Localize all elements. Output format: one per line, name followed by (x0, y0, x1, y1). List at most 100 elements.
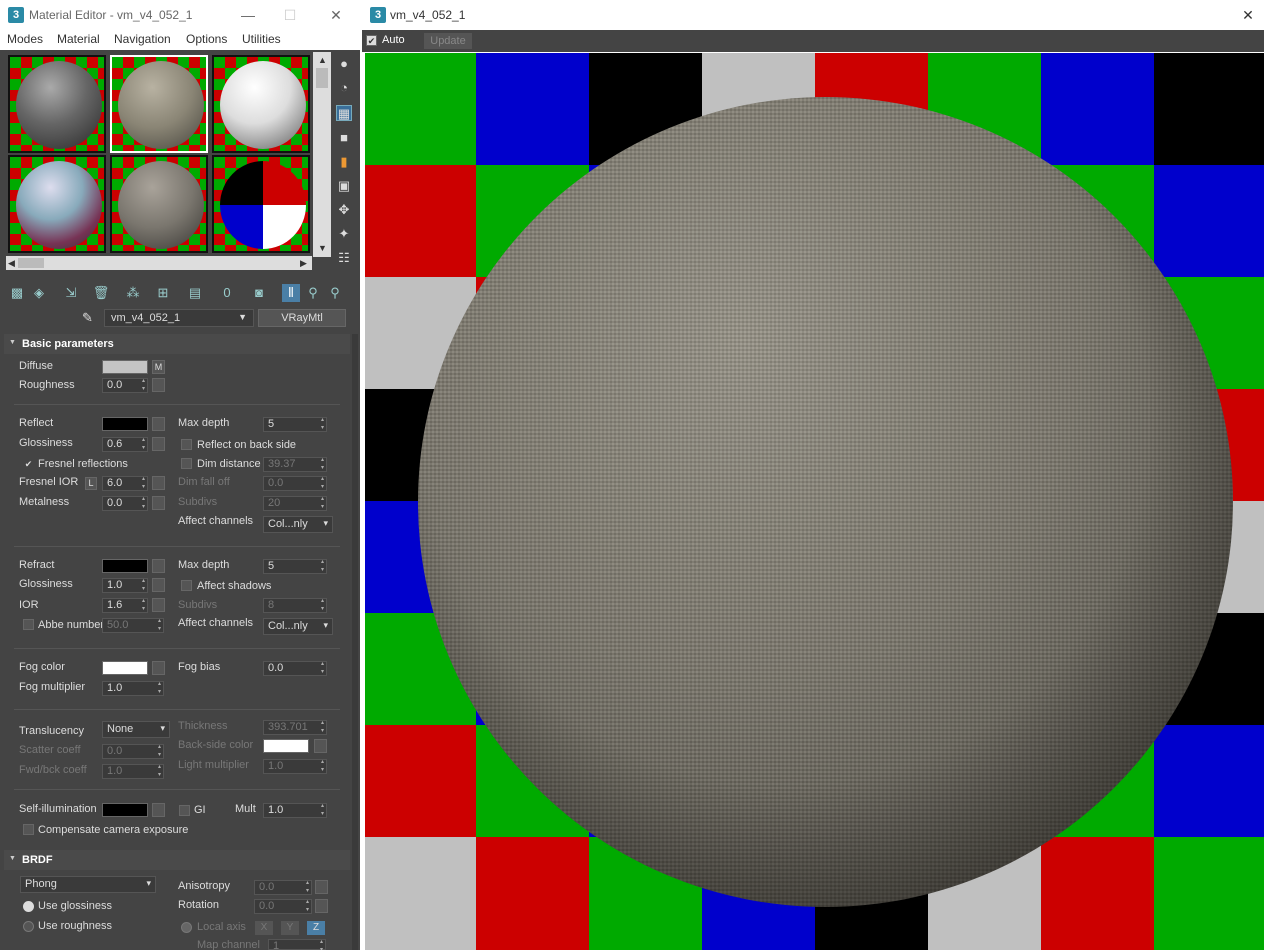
self-illumination-color-swatch[interactable] (102, 803, 148, 817)
maximize-button[interactable]: ☐ (280, 5, 300, 25)
sample-slot-2[interactable] (110, 55, 208, 153)
menu-options[interactable]: Options (186, 32, 227, 46)
uv-tiling-icon[interactable]: ■ (336, 130, 352, 146)
background-icon[interactable]: ▦ (336, 105, 352, 121)
abbe-spinner[interactable]: 50.0 (102, 617, 164, 633)
metalness-map-button[interactable] (152, 496, 165, 510)
refract-color-swatch[interactable] (102, 559, 148, 573)
back-side-color-swatch[interactable] (263, 739, 309, 753)
go-to-parent-icon[interactable]: ⚲ (304, 284, 322, 302)
auto-checkbox[interactable]: ✔ (366, 35, 377, 46)
reflect-affect-channels-dropdown[interactable]: Col...nly (263, 516, 333, 533)
backlight-icon[interactable]: ◔ (336, 80, 352, 96)
minimize-button[interactable]: — (238, 5, 258, 25)
fog-bias-spinner[interactable]: 0.0 (263, 660, 327, 676)
fog-color-swatch[interactable] (102, 661, 148, 675)
reflect-subdivs-spinner[interactable]: 20 (263, 495, 327, 511)
fog-multiplier-spinner[interactable]: 1.0 (102, 680, 164, 696)
light-multiplier-spinner[interactable]: 1.0 (263, 758, 327, 774)
reflect-max-depth-spinner[interactable]: 5 (263, 416, 327, 432)
axis-z-button[interactable]: Z (307, 921, 325, 935)
axis-y-button[interactable]: Y (281, 921, 299, 935)
translucency-dropdown[interactable]: None (102, 721, 170, 738)
sample-type-icon[interactable]: ● (336, 56, 352, 72)
reflect-back-side-checkbox[interactable] (181, 439, 192, 450)
show-in-viewport-icon[interactable]: ◙ (250, 284, 268, 302)
refract-glossiness-map-button[interactable] (152, 578, 165, 592)
reflect-color-swatch[interactable] (102, 417, 148, 431)
eyedropper-icon[interactable]: ✎ (82, 310, 93, 326)
affect-shadows-checkbox[interactable] (181, 580, 192, 591)
self-illumination-map-button[interactable] (152, 803, 165, 817)
close-button[interactable]: ✕ (1238, 5, 1258, 25)
anisotropy-spinner[interactable]: 0.0 (254, 879, 312, 895)
fresnel-ior-spinner[interactable]: 6.0 (102, 475, 148, 491)
assign-to-selection-icon[interactable]: ⇲ (62, 284, 80, 302)
menu-modes[interactable]: Modes (7, 32, 43, 46)
make-unique-icon[interactable]: ⁂ (124, 284, 142, 302)
sample-slot-1[interactable] (8, 55, 106, 153)
reflect-glossiness-spinner[interactable]: 0.6 (102, 436, 148, 452)
scatter-coeff-spinner[interactable]: 0.0 (102, 743, 164, 759)
basic-parameters-header[interactable]: Basic parameters (4, 334, 350, 354)
dim-distance-spinner[interactable]: 39.37 (263, 456, 327, 472)
abbe-checkbox[interactable] (23, 619, 34, 630)
material-navigator-icon[interactable]: ☷ (336, 250, 352, 266)
material-id-channel-icon[interactable]: 0 (218, 284, 236, 302)
back-side-color-map-button[interactable] (314, 739, 327, 753)
scroll-right-icon[interactable]: ▶ (300, 257, 307, 269)
put-to-scene-icon[interactable]: ◈ (30, 284, 48, 302)
menu-navigation[interactable]: Navigation (114, 32, 171, 46)
scroll-up-icon[interactable]: ▲ (318, 54, 327, 66)
ior-spinner[interactable]: 1.6 (102, 597, 148, 613)
delete-icon[interactable]: 🗑 (92, 284, 110, 302)
sample-slot-5[interactable] (110, 155, 208, 253)
brdf-type-dropdown[interactable]: Phong (20, 876, 156, 893)
refract-subdivs-spinner[interactable]: 8 (263, 597, 327, 613)
refract-map-button[interactable] (152, 559, 165, 573)
use-glossiness-radio[interactable] (23, 901, 34, 912)
put-to-library-icon[interactable]: ⊞ (154, 284, 172, 302)
metalness-spinner[interactable]: 0.0 (102, 495, 148, 511)
scroll-down-icon[interactable]: ▼ (318, 242, 327, 254)
brdf-header[interactable]: BRDF (4, 850, 350, 870)
sample-horizontal-scrollbar[interactable]: ◀ ▶ (6, 256, 312, 270)
update-button[interactable]: Update (424, 33, 472, 49)
get-material-icon[interactable]: ▩ (8, 284, 26, 302)
refract-glossiness-spinner[interactable]: 1.0 (102, 577, 148, 593)
refract-affect-channels-dropdown[interactable]: Col...nly (263, 618, 333, 635)
reflect-glossiness-map-button[interactable] (152, 437, 165, 451)
fresnel-ior-map-button[interactable] (152, 476, 165, 490)
refract-max-depth-spinner[interactable]: 5 (263, 558, 327, 574)
sample-slot-6[interactable] (212, 155, 310, 253)
close-button[interactable]: ✕ (326, 5, 346, 25)
thickness-spinner[interactable]: 393.701 (263, 719, 327, 735)
parameters-scrollbar[interactable] (352, 334, 358, 950)
diffuse-map-button[interactable]: M (152, 360, 165, 374)
local-axis-radio[interactable] (181, 922, 192, 933)
fresnel-checkbox[interactable]: ✔ (23, 459, 34, 470)
scroll-thumb[interactable] (316, 68, 328, 88)
material-id-icon[interactable]: ▤ (186, 284, 204, 302)
options-icon[interactable]: ✥ (336, 202, 352, 218)
material-name-dropdown[interactable]: vm_v4_052_1 ▼ (104, 309, 254, 327)
gi-checkbox[interactable] (179, 805, 190, 816)
fog-color-map-button[interactable] (152, 661, 165, 675)
anisotropy-map-button[interactable] (315, 880, 328, 894)
sample-slot-4[interactable] (8, 155, 106, 253)
ior-map-button[interactable] (152, 598, 165, 612)
fwd-bck-coeff-spinner[interactable]: 1.0 (102, 763, 164, 779)
dim-falloff-spinner[interactable]: 0.0 (263, 475, 327, 491)
mult-spinner[interactable]: 1.0 (263, 802, 327, 818)
fresnel-ior-lock-button[interactable]: L (85, 477, 97, 490)
rotation-map-button[interactable] (315, 899, 328, 913)
scroll-left-icon[interactable]: ◀ (8, 257, 15, 269)
use-roughness-radio[interactable] (23, 921, 34, 932)
roughness-map-button[interactable] (152, 378, 165, 392)
diffuse-color-swatch[interactable] (102, 360, 148, 374)
sample-vertical-scrollbar[interactable]: ▲ ▼ (313, 52, 331, 257)
map-channel-spinner[interactable]: 1 (268, 938, 326, 950)
show-end-result-icon[interactable]: ⫴ (282, 284, 300, 302)
dim-distance-checkbox[interactable] (181, 458, 192, 469)
menu-material[interactable]: Material (57, 32, 100, 46)
